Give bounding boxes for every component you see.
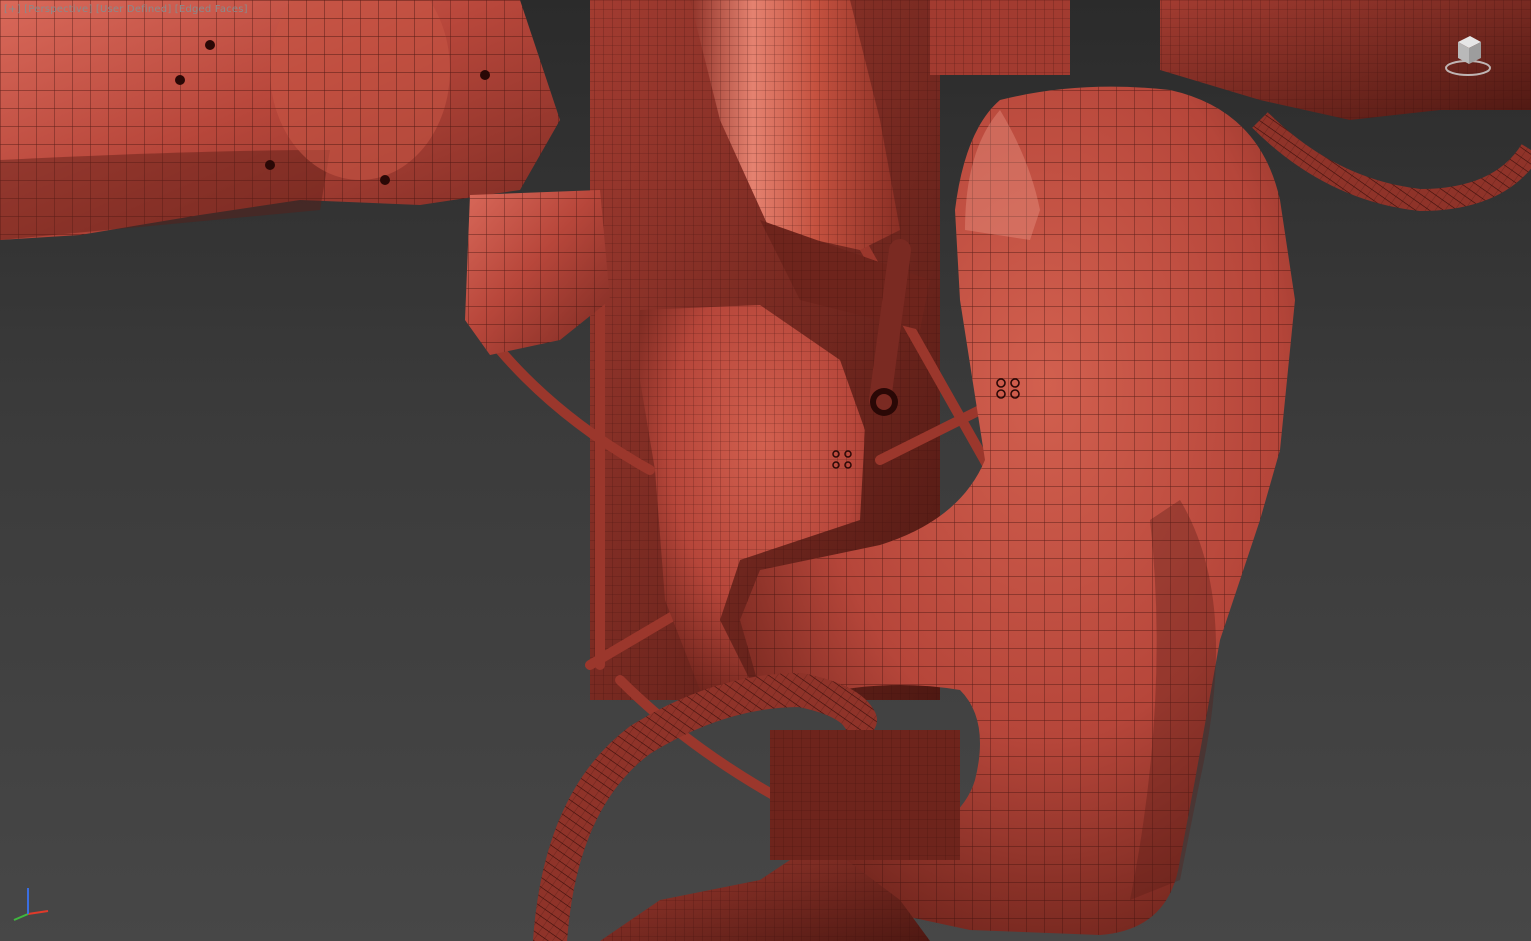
- robot-mesh-render[interactable]: [0, 0, 1531, 941]
- viewport-label[interactable]: [+] [Perspective] [User Defined] [Edged …: [4, 4, 248, 15]
- axis-tripod-icon: [13, 888, 49, 921]
- lower-base: [600, 730, 960, 941]
- viewport-perspective[interactable]: [+] [Perspective] [User Defined] [Edged …: [0, 0, 1531, 941]
- view-cube-icon[interactable]: [1443, 30, 1493, 82]
- bracket-plate: [465, 190, 610, 355]
